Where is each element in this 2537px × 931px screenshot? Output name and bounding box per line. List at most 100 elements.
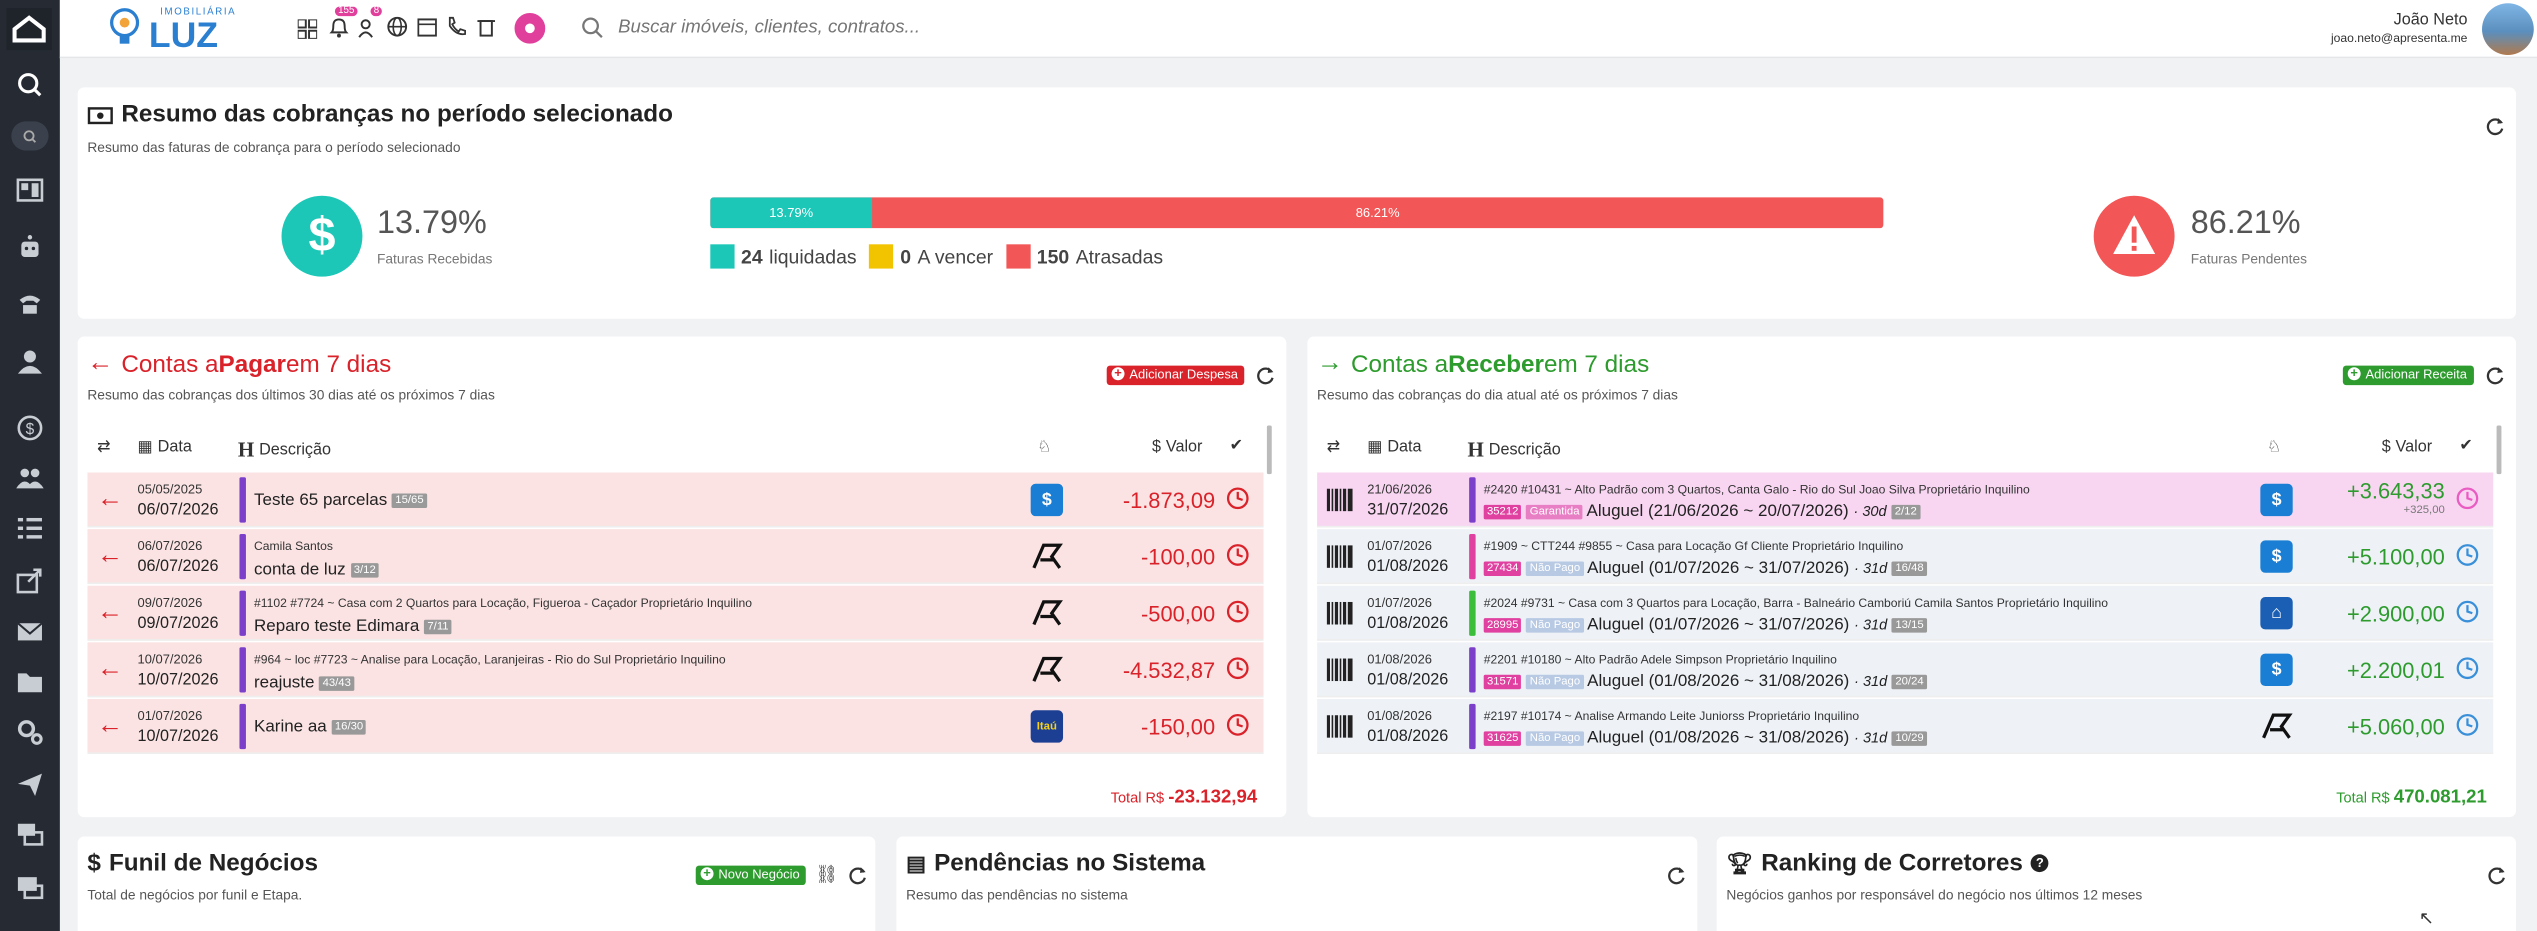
clock-icon[interactable] (2456, 657, 2479, 688)
row-date-1: 21/06/2026 (1367, 482, 1433, 497)
sidebar-search-icon[interactable] (11, 121, 49, 151)
svg-text:$: $ (26, 420, 35, 437)
check-all-icon[interactable]: ✔ (2459, 437, 2473, 455)
sort-icon[interactable]: ⇄ (1327, 438, 1341, 456)
pay-total: Total R$ -23.132,94 (1110, 787, 1258, 808)
search-icon[interactable] (0, 60, 60, 109)
receive-row[interactable]: 01/08/2026 01/08/2026 #2197 #10174 ~ Ana… (1317, 698, 2494, 754)
pay-row[interactable]: ← 10/07/2026 10/07/2026 #964 ~ loc #7723… (87, 642, 1264, 698)
user-email: joao.neto@apresenta.me (2330, 30, 2468, 46)
receive-row[interactable]: 01/08/2026 01/08/2026 #2201 #10180 ~ Alt… (1317, 642, 2494, 698)
send-icon[interactable] (0, 759, 60, 808)
mail-icon[interactable] (0, 607, 60, 656)
row-color-bar (239, 703, 246, 750)
avatar[interactable] (2482, 3, 2534, 56)
receive-row[interactable]: 21/06/2026 31/07/2026 #2420 #10431 ~ Alt… (1317, 472, 2494, 528)
row-desc[interactable]: 31571 Não Pago Aluguel (01/08/2026 ~ 31/0… (1483, 671, 1927, 691)
folder-icon[interactable] (0, 657, 60, 706)
add-expense-button[interactable]: Adicionar Despesa (1106, 365, 1245, 386)
phone-icon[interactable] (0, 278, 60, 327)
scrollbar[interactable] (1266, 425, 1272, 475)
clock-icon[interactable] (1226, 714, 1249, 745)
refresh-icon[interactable] (2487, 866, 2506, 885)
arrow-left-icon: ← (97, 542, 123, 570)
new-deal-button[interactable]: Novo Negócio (695, 865, 807, 886)
refresh-icon[interactable] (2485, 366, 2504, 385)
clock-icon[interactable] (1226, 657, 1249, 688)
refresh-icon[interactable] (848, 866, 867, 885)
check-all-icon[interactable]: ✔ (1230, 437, 1244, 455)
row-desc[interactable]: 28995 Não Pago Aluguel (01/07/2026 ~ 31/0… (1483, 615, 1927, 634)
clock-icon[interactable] (2456, 544, 2479, 575)
clock-icon[interactable] (1226, 487, 1249, 518)
finance-icon[interactable]: $ (0, 403, 60, 452)
clock-icon[interactable] (1226, 544, 1249, 575)
row-desc[interactable]: Karine aa 16/30 (254, 717, 367, 736)
link-icon[interactable]: ⛓ (815, 864, 838, 885)
row-date-1: 09/07/2026 (137, 595, 203, 610)
refresh-icon[interactable] (1256, 366, 1275, 385)
barcode-icon[interactable] (1326, 715, 1353, 746)
tools-icon[interactable] (0, 809, 60, 858)
chat-icon[interactable] (0, 862, 60, 911)
apps-grid-icon[interactable] (296, 18, 319, 40)
receive-row[interactable]: 01/07/2026 01/08/2026 #1909 ~ CTT244 #98… (1317, 529, 2494, 585)
row-desc[interactable]: Reparo teste Edimara 7/11 (254, 616, 452, 636)
barcode-icon[interactable] (1326, 658, 1353, 690)
col-desc[interactable]: H Descrição (1468, 437, 1561, 463)
sort-icon[interactable]: ⇄ (97, 438, 111, 456)
row-desc[interactable]: 35212 Garantida Aluguel (21/06/2026 ~ 20/… (1483, 502, 1920, 521)
col-date[interactable]: ▦ Data (1367, 438, 1421, 456)
add-revenue-button[interactable]: Adicionar Receita (2342, 365, 2474, 386)
funnel-title: $ Funil de Negócios (87, 849, 318, 877)
bell-icon[interactable]: 155 (328, 6, 358, 39)
globe-icon[interactable] (387, 16, 408, 37)
robot-icon[interactable] (0, 222, 60, 271)
barcode-icon[interactable] (1326, 601, 1353, 633)
row-desc[interactable]: 31625 Não Pago Aluguel (01/08/2026 ~ 31/0… (1483, 728, 1927, 748)
clock-icon[interactable] (2456, 714, 2479, 745)
share-icon[interactable] (0, 555, 60, 604)
pay-row[interactable]: ← 06/07/2026 06/07/2026 Camila Santos co… (87, 529, 1264, 585)
phone-call-icon[interactable] (447, 16, 467, 37)
pay-row[interactable]: ← 05/05/2025 06/07/2026 Teste 65 parcela… (87, 472, 1264, 528)
col-desc[interactable]: H Descrição (238, 437, 331, 463)
search-input[interactable] (618, 12, 1266, 43)
clock-icon[interactable] (1226, 600, 1249, 631)
magic-icon[interactable] (514, 12, 546, 44)
arrow-left-icon: ← (97, 485, 123, 513)
home-icon[interactable] (6, 8, 52, 51)
list-icon[interactable] (0, 503, 60, 552)
barcode-icon[interactable] (1326, 545, 1353, 576)
user-icon[interactable] (0, 337, 60, 386)
topbar-search-icon[interactable] (581, 16, 604, 39)
row-desc[interactable]: conta de luz 3/12 (254, 560, 380, 579)
brand-logo[interactable]: IMOBILIÁRIA LUZ (107, 5, 236, 55)
users-icon[interactable] (0, 453, 60, 502)
col-date[interactable]: ▦ Data (138, 438, 192, 456)
col-value[interactable]: $ Valor (2382, 438, 2432, 456)
pay-row[interactable]: ← 09/07/2026 09/07/2026 #1102 #7724 ~ Ca… (87, 585, 1264, 641)
help-icon[interactable]: ? (2030, 854, 2049, 873)
refresh-icon[interactable] (1667, 866, 1686, 885)
row-desc[interactable]: 27434 Não Pago Aluguel (01/07/2026 ~ 31/0… (1483, 558, 1927, 578)
calendar-icon[interactable] (417, 16, 438, 37)
row-desc[interactable]: reajuste 43/43 (254, 673, 355, 693)
row-value: +5.060,00 (2347, 715, 2445, 740)
scrollbar[interactable] (2496, 425, 2502, 475)
award-icon[interactable] (2456, 487, 2479, 518)
dashboard-icon[interactable] (0, 165, 60, 214)
barcode-icon[interactable] (1326, 488, 1353, 520)
clock-icon[interactable] (2456, 600, 2479, 631)
trash-icon[interactable] (477, 16, 496, 37)
sidebar: $ (0, 0, 60, 931)
settings-icon[interactable] (0, 707, 60, 756)
row-date-1: 10/07/2026 (137, 652, 203, 667)
receive-row[interactable]: 01/07/2026 01/08/2026 #2024 #9731 ~ Casa… (1317, 585, 2494, 641)
row-date-2: 10/07/2026 (137, 728, 219, 746)
refresh-icon[interactable] (2485, 116, 2504, 136)
col-value[interactable]: $ Valor (1152, 438, 1202, 456)
row-desc[interactable]: Teste 65 parcelas 15/65 (254, 490, 427, 510)
pay-row[interactable]: ← 01/07/2026 10/07/2026 Karine aa 16/30 I… (87, 698, 1264, 754)
users-notify-icon[interactable]: 8 (358, 6, 383, 39)
